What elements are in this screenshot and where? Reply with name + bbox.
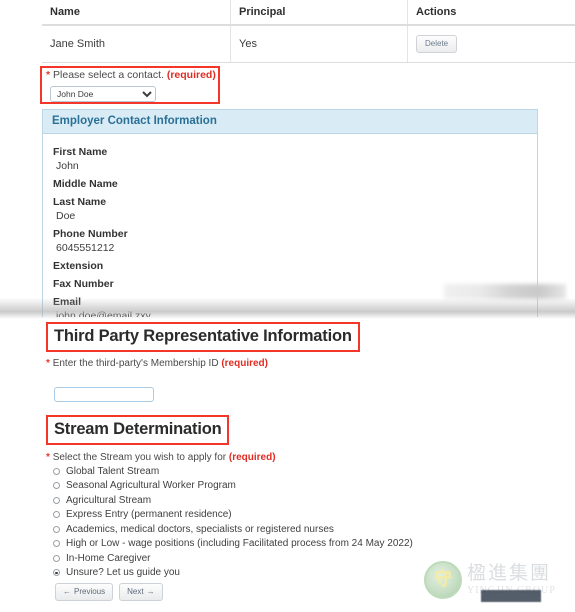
employer-contact-fields: First Name John Middle Name Last Name Do… [43,134,537,317]
radio-label: Unsure? Let us guide you [66,567,180,579]
field-label-fax-number: Fax Number [53,278,114,290]
arrow-right-icon: → [146,587,155,596]
field-value-email: john.doe@email.zxy [56,310,151,317]
membership-id-input[interactable] [54,387,154,402]
contacts-table: Name Principal Actions Jane Smith Yes De… [42,0,575,63]
next-button[interactable]: Next → [119,583,163,602]
radio-button-icon[interactable] [53,525,60,533]
radio-label: Express Entry (permanent residence) [66,509,232,521]
field-label-first-name: First Name [53,146,108,158]
section-title-third-party: Third Party Representative Information [46,322,360,352]
required-asterisk-icon: * [46,358,50,369]
watermark-redaction-bar [481,590,541,602]
radio-label: Seasonal Agricultural Worker Program [66,480,236,492]
table-row: Jane Smith Yes Delete [42,24,575,63]
table-header-row: Name Principal Actions [42,0,575,26]
third-party-required-text: (required) [221,358,268,369]
stream-required-text: (required) [228,452,276,463]
column-header-name: Name [42,0,231,26]
radio-button-icon[interactable] [53,511,60,519]
radio-label: In-Home Caregiver [66,552,151,564]
radio-button-icon[interactable] [53,496,60,504]
third-party-membership-label-text: Enter the third-party's Membership ID [52,358,219,369]
delete-contact-button[interactable]: Delete [416,35,458,53]
employer-contact-information-panel: Employer Contact Information First Name … [42,109,538,317]
radio-option-agricultural-stream[interactable]: Agricultural Stream [53,493,473,508]
panel-title-employer-contact: Employer Contact Information [43,110,537,134]
radio-button-icon-selected[interactable] [53,569,60,577]
field-label-extension: Extension [53,260,104,272]
cell-contact-name: Jane Smith [42,24,231,63]
radio-option-unsure-guide-me[interactable]: Unsure? Let us guide you [53,566,473,581]
radio-option-express-entry[interactable]: Express Entry (permanent residence) [53,508,473,523]
radio-button-icon[interactable] [53,482,60,490]
radio-option-seasonal-agricultural-worker-program[interactable]: Seasonal Agricultural Worker Program [53,479,473,494]
field-label-middle-name: Middle Name [53,178,118,190]
form-navigation: ← Previous Next → [55,583,163,602]
arrow-left-icon: ← [63,587,71,596]
cell-contact-principal: Yes [230,24,408,63]
third-party-membership-label: * Enter the third-party's Membership ID … [46,358,268,369]
radio-option-global-talent-stream[interactable]: Global Talent Stream [53,464,473,479]
radio-button-icon[interactable] [53,540,60,548]
watermark-chinese-text: 楹進集團 [467,562,552,584]
field-label-last-name: Last Name [53,196,107,208]
radio-option-academics-medical[interactable]: Academics, medical doctors, specialists … [53,522,473,537]
radio-option-high-or-low-wage[interactable]: High or Low - wage positions (including … [53,537,473,552]
required-asterisk-icon: * [46,452,50,463]
previous-button[interactable]: ← Previous [55,583,114,602]
cell-contact-actions: Delete [407,24,575,63]
radio-label: High or Low - wage positions (including … [66,538,413,550]
radio-button-icon[interactable] [53,554,60,562]
column-header-actions: Actions [407,0,575,26]
column-header-principal: Principal [230,0,408,26]
stream-select-label: * Select the Stream you wish to apply fo… [46,452,276,463]
radio-option-in-home-caregiver[interactable]: In-Home Caregiver [53,551,473,566]
field-value-last-name: Doe [56,210,76,222]
radio-button-icon[interactable] [53,467,60,475]
next-button-label: Next [127,587,144,596]
section-title-stream-determination: Stream Determination [46,415,230,445]
radio-label: Academics, medical doctors, specialists … [66,523,334,535]
highlight-box-contact-select [40,66,220,104]
stream-radio-group: Global Talent Stream Seasonal Agricultur… [53,464,473,580]
field-label-email: Email [53,296,82,308]
previous-button-label: Previous [74,587,106,596]
field-value-first-name: John [56,160,79,172]
stream-select-label-text: Select the Stream you wish to apply for [52,452,227,463]
radio-label: Agricultural Stream [66,494,152,506]
field-label-phone-number: Phone Number [53,228,128,240]
radio-label: Global Talent Stream [66,465,160,477]
field-value-phone-number: 6045551212 [56,242,115,254]
